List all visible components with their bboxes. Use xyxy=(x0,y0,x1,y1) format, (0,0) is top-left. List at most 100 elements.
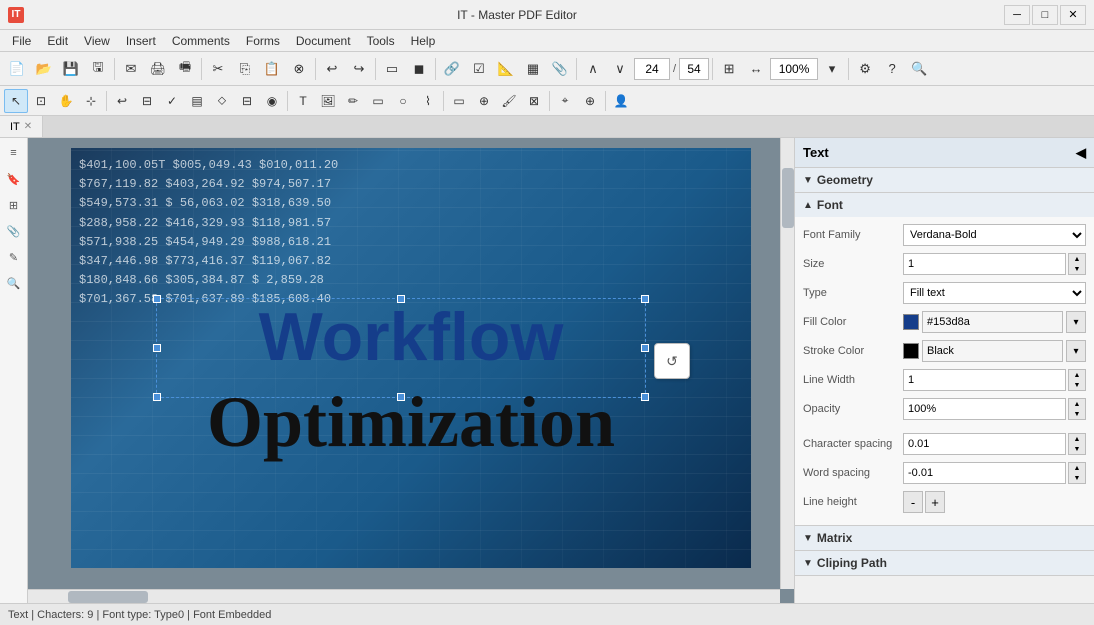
circle-button[interactable]: ◉ xyxy=(260,89,284,113)
fill-color-swatch[interactable] xyxy=(903,314,919,330)
page-thumb-button[interactable]: ≡ xyxy=(3,142,25,164)
menu-forms[interactable]: Forms xyxy=(238,32,288,50)
layers-button[interactable]: ⊞ xyxy=(3,194,25,216)
search2-button[interactable]: 🔍 xyxy=(3,272,25,294)
bookmark-button[interactable]: 🔖 xyxy=(3,168,25,190)
tab-close-button[interactable]: ✕ xyxy=(24,121,32,132)
redact-button[interactable]: ⊠ xyxy=(522,89,546,113)
page-input[interactable] xyxy=(634,58,670,80)
crop-tool-button[interactable]: ⊹ xyxy=(79,89,103,113)
undo-button[interactable]: ↩ xyxy=(319,56,345,82)
canvas-area[interactable]: $401,100.05T $005,049.43 $010,011.20 $76… xyxy=(28,138,794,603)
measure-button[interactable]: 📐 xyxy=(493,56,519,82)
extra-btn[interactable]: ⚙ xyxy=(852,56,878,82)
opacity-input[interactable] xyxy=(903,398,1066,420)
cut-button[interactable]: ✂ xyxy=(205,56,231,82)
email-button[interactable]: ✉ xyxy=(118,56,144,82)
optimization-text[interactable]: Optimization xyxy=(71,381,751,464)
rect-tool-button[interactable]: ▭ xyxy=(366,89,390,113)
size-spinner[interactable]: ▲ ▼ xyxy=(1068,253,1086,275)
fill-color-dropdown-button[interactable]: ▾ xyxy=(1066,311,1086,333)
fit-page-button[interactable]: ⊞ xyxy=(716,56,742,82)
char-spacing-down-button[interactable]: ▼ xyxy=(1069,444,1085,454)
workflow-text[interactable]: Workflow xyxy=(71,303,751,371)
document-tab[interactable]: IT ✕ xyxy=(0,116,43,137)
fill-button[interactable]: ◼ xyxy=(406,56,432,82)
next-page-button[interactable]: ∨ xyxy=(607,56,633,82)
geometry-section-header[interactable]: ▼ Geometry xyxy=(795,168,1094,192)
size-down-button[interactable]: ▼ xyxy=(1069,264,1085,274)
scroll-tool-button[interactable]: ✋ xyxy=(54,89,78,113)
word-spacing-up-button[interactable]: ▲ xyxy=(1069,463,1085,473)
vertical-scroll-thumb[interactable] xyxy=(782,168,794,228)
char-spacing-spinner[interactable]: ▲ ▼ xyxy=(1068,433,1086,455)
line-height-plus-button[interactable]: + xyxy=(925,491,945,513)
line-height-minus-button[interactable]: - xyxy=(903,491,923,513)
attachment-button[interactable]: 📎 xyxy=(3,220,25,242)
highlight-tool-button[interactable]: ▭ xyxy=(447,89,471,113)
vertical-scrollbar[interactable] xyxy=(780,138,794,589)
horizontal-scroll-thumb[interactable] xyxy=(68,591,148,603)
prev-page-button[interactable]: ∧ xyxy=(580,56,606,82)
content-button[interactable]: ▤ xyxy=(185,89,209,113)
line-width-up-button[interactable]: ▲ xyxy=(1069,370,1085,380)
panel-collapse-button[interactable]: ◀ xyxy=(1076,145,1086,161)
link2-button[interactable]: ⌖ xyxy=(553,89,577,113)
line-width-input[interactable] xyxy=(903,369,1066,391)
print-button[interactable]: 🖨 xyxy=(145,56,171,82)
signature2-button[interactable]: ✎ xyxy=(3,246,25,268)
copy2-button[interactable]: ⬦ xyxy=(210,89,234,113)
minimize-button[interactable]: ─ xyxy=(1004,5,1030,25)
image-tool-button[interactable]: 🖼 xyxy=(316,89,340,113)
oval-tool-button[interactable]: ○ xyxy=(391,89,415,113)
opacity-up-button[interactable]: ▲ xyxy=(1069,399,1085,409)
menu-document[interactable]: Document xyxy=(288,32,359,50)
check-button[interactable]: ✓ xyxy=(160,89,184,113)
stroke-color-dropdown-button[interactable]: ▾ xyxy=(1066,340,1086,362)
delete-button[interactable]: ⊗ xyxy=(286,56,312,82)
link-button[interactable]: 🔗 xyxy=(439,56,465,82)
matrix-section-header[interactable]: ▼ Matrix xyxy=(795,526,1094,550)
char-spacing-input[interactable] xyxy=(903,433,1066,455)
menu-comments[interactable]: Comments xyxy=(164,32,238,50)
annot-button[interactable]: ☑ xyxy=(466,56,492,82)
line-button[interactable]: ⊟ xyxy=(235,89,259,113)
zoom-input[interactable] xyxy=(770,58,818,80)
menu-insert[interactable]: Insert xyxy=(118,32,164,50)
path-tool-button[interactable]: ⌇ xyxy=(416,89,440,113)
menu-help[interactable]: Help xyxy=(403,32,444,50)
word-spacing-down-button[interactable]: ▼ xyxy=(1069,473,1085,483)
measure2-button[interactable]: ⊕ xyxy=(578,89,602,113)
fit-width-button[interactable]: ↔ xyxy=(743,56,769,82)
select-tool-button[interactable]: ↖ xyxy=(4,89,28,113)
signature-button[interactable]: 👤 xyxy=(609,89,633,113)
save-button[interactable]: 💾 xyxy=(58,56,84,82)
word-spacing-spinner[interactable]: ▲ ▼ xyxy=(1068,462,1086,484)
type-select[interactable]: Fill text xyxy=(903,282,1086,304)
menu-file[interactable]: File xyxy=(4,32,39,50)
size-up-button[interactable]: ▲ xyxy=(1069,254,1085,264)
close-button[interactable]: ✕ xyxy=(1060,5,1086,25)
menu-edit[interactable]: Edit xyxy=(39,32,76,50)
fill-tool-button[interactable]: 🖌 xyxy=(497,89,521,113)
new-button[interactable]: 📄 xyxy=(4,56,30,82)
attach-button[interactable]: 📎 xyxy=(547,56,573,82)
line-width-spinner[interactable]: ▲ ▼ xyxy=(1068,369,1086,391)
pencil-tool-button[interactable]: ✏ xyxy=(341,89,365,113)
copy-button[interactable]: ⎘ xyxy=(232,56,258,82)
opacity-down-button[interactable]: ▼ xyxy=(1069,409,1085,419)
menu-view[interactable]: View xyxy=(76,32,118,50)
paste-button[interactable]: 📋 xyxy=(259,56,285,82)
redo-button[interactable]: ↪ xyxy=(346,56,372,82)
fill-color-input[interactable]: #153d8a xyxy=(922,311,1063,333)
font-section-header[interactable]: ▲ Font xyxy=(795,193,1094,217)
back-button[interactable]: ↩ xyxy=(110,89,134,113)
stroke-color-swatch[interactable] xyxy=(903,343,919,359)
zoom-dropdown-button[interactable]: ▾ xyxy=(819,56,845,82)
snapshot-button[interactable]: ⊟ xyxy=(135,89,159,113)
clipping-section-header[interactable]: ▼ Cliping Path xyxy=(795,551,1094,575)
save-as-button[interactable]: 🖫 xyxy=(85,56,111,82)
char-spacing-up-button[interactable]: ▲ xyxy=(1069,434,1085,444)
size-input[interactable] xyxy=(903,253,1066,275)
horizontal-scrollbar[interactable] xyxy=(28,589,780,603)
